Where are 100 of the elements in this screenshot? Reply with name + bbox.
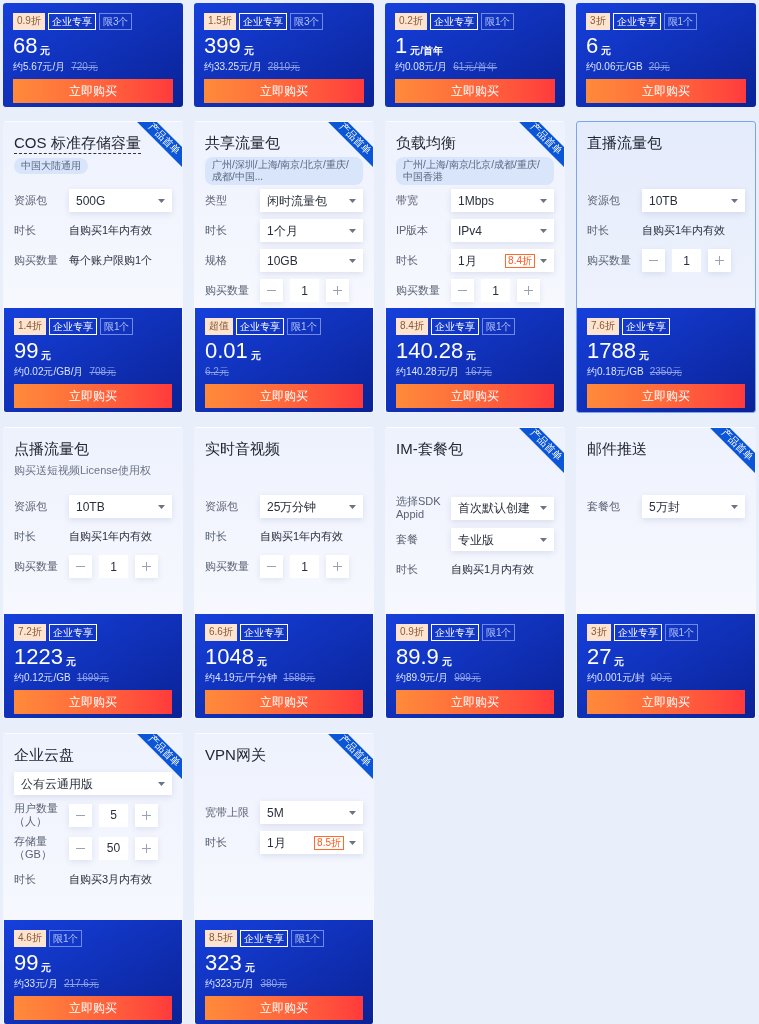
discount-badge: 1.4折 — [14, 318, 46, 335]
increase-button[interactable] — [517, 279, 540, 302]
field-label: 时长 — [396, 563, 419, 576]
original-price: 167元 — [465, 365, 493, 378]
card-title: 邮件推送 — [587, 439, 647, 459]
price-unit: 元/首年 — [410, 45, 444, 57]
discount-tag: 8.4折 — [505, 253, 535, 268]
caret-icon — [540, 198, 547, 203]
region-tag: 广州/深圳/上海/南京/北京/重庆/成都/中国... — [205, 157, 363, 185]
dropdown[interactable]: IPv4 — [451, 219, 554, 242]
caret-icon — [349, 258, 356, 263]
limit-badge: 限1个 — [99, 318, 134, 335]
dropdown[interactable]: 5万封 — [642, 495, 745, 518]
discount-badge: 1.5折 — [204, 13, 236, 30]
dropdown[interactable]: 1个月 — [260, 219, 363, 242]
unit-price: 约0.18元/GB — [587, 365, 644, 378]
dropdown[interactable]: 500G — [69, 189, 172, 212]
dropdown[interactable]: 首次默认创建 — [451, 496, 554, 520]
plus-icon — [715, 256, 724, 265]
field-label: 购买数量 — [14, 254, 59, 267]
price: 89.9 — [396, 645, 439, 669]
field-label: 资源包 — [205, 500, 239, 513]
price-unit: 元 — [65, 656, 76, 668]
caret-icon — [349, 810, 356, 815]
quantity-field[interactable]: 1 — [672, 249, 701, 272]
discount-badge: 6.6折 — [205, 624, 237, 641]
unit-price: 约5.67元/月 — [13, 60, 66, 73]
card-title: VPN网关 — [205, 745, 266, 765]
field-label: 带宽 — [396, 194, 419, 207]
dropdown[interactable]: 25万分钟 — [260, 495, 363, 518]
price: 99 — [14, 951, 39, 975]
original-price: 20元 — [648, 60, 670, 73]
original-price: 6.2元 — [205, 365, 229, 378]
dropdown[interactable]: 1月 8.5折 — [260, 831, 363, 854]
enterprise-badge: 企业专享 — [47, 13, 96, 30]
quantity-field[interactable]: 1 — [290, 555, 319, 578]
unit-price: 约89.9元/月 — [396, 671, 449, 684]
field-value: 自购买1年内有效 — [69, 529, 153, 545]
caret-icon — [540, 228, 547, 233]
increase-button[interactable] — [326, 279, 349, 302]
quantity-field[interactable]: 50 — [99, 836, 128, 860]
unit-price: 约0.08元/月 — [395, 60, 448, 73]
dropdown[interactable]: 公有云通用版 — [14, 772, 172, 795]
field-label: 购买数量 — [14, 560, 59, 573]
caret-icon — [540, 506, 547, 510]
dropdown[interactable]: 1Mbps — [451, 189, 554, 212]
increase-button[interactable] — [135, 555, 158, 578]
dropdown[interactable]: 10TB — [642, 189, 745, 212]
region-tag: 广州/上海/南京/北京/成都/重庆/中国香港 — [396, 157, 554, 185]
original-price: 90元 — [650, 671, 672, 684]
card-subtitle: 购买送短视频License使用权 — [14, 463, 151, 477]
quantity-field[interactable]: 5 — [99, 803, 128, 827]
price-unit: 元 — [40, 45, 51, 57]
field-label: 时长 — [205, 530, 228, 543]
field-value: 自购买1年内有效 — [642, 223, 726, 239]
minus-icon — [267, 566, 276, 567]
price-unit: 元 — [638, 350, 649, 362]
limit-badge: 限1个 — [480, 13, 515, 30]
enterprise-badge: 企业专享 — [430, 624, 479, 641]
discount-badge: 超值 — [205, 318, 233, 335]
price: 399 — [204, 34, 241, 58]
unit-price: 约4.19元/千分钟 — [205, 671, 278, 684]
field-label: 时长 — [396, 254, 419, 267]
original-price: 999元 — [454, 671, 481, 684]
unit-price: 约0.06元/GB — [586, 60, 643, 73]
caret-icon — [349, 228, 356, 233]
limit-badge: 限1个 — [481, 318, 516, 335]
enterprise-badge: 企业专享 — [430, 318, 479, 335]
original-price: 1588元 — [283, 671, 316, 684]
dropdown[interactable]: 闲时流量包 — [260, 189, 363, 212]
price-unit: 元 — [250, 350, 261, 362]
increase-button[interactable] — [135, 836, 158, 860]
limit-badge: 限1个 — [663, 13, 698, 30]
original-price: 720元 — [71, 60, 98, 73]
field-label: IP版本 — [396, 224, 430, 237]
dropdown[interactable]: 5M — [260, 801, 363, 824]
field-label: 套餐包 — [587, 500, 621, 513]
discount-badge: 7.6折 — [587, 318, 619, 335]
price: 1 — [395, 34, 408, 58]
unit-price: 约0.001元/封 — [587, 671, 645, 684]
limit-badge: 限3个 — [98, 13, 133, 30]
card-title: 企业云盘 — [14, 745, 74, 765]
card-title: 直播流量包 — [587, 133, 662, 153]
dropdown[interactable]: 1月 8.4折 — [451, 249, 554, 272]
increase-button[interactable] — [326, 555, 349, 578]
dropdown[interactable]: 10GB — [260, 249, 363, 272]
dropdown[interactable]: 10TB — [69, 495, 172, 518]
quantity-field[interactable]: 1 — [99, 555, 128, 578]
quantity-field[interactable]: 1 — [481, 279, 510, 302]
original-price: 2350元 — [649, 365, 682, 378]
plus-icon — [142, 843, 151, 853]
dropdown[interactable]: 专业版 — [451, 528, 554, 551]
increase-button[interactable] — [708, 249, 731, 272]
discount-badge: 3折 — [587, 624, 611, 641]
card-title: COS 标准存储容量 — [14, 133, 141, 154]
original-price: 2810元 — [267, 60, 301, 73]
quantity-field[interactable]: 1 — [290, 279, 319, 302]
price-unit: 元 — [243, 45, 254, 57]
increase-button[interactable] — [135, 803, 158, 827]
enterprise-badge: 企业专享 — [236, 318, 284, 335]
